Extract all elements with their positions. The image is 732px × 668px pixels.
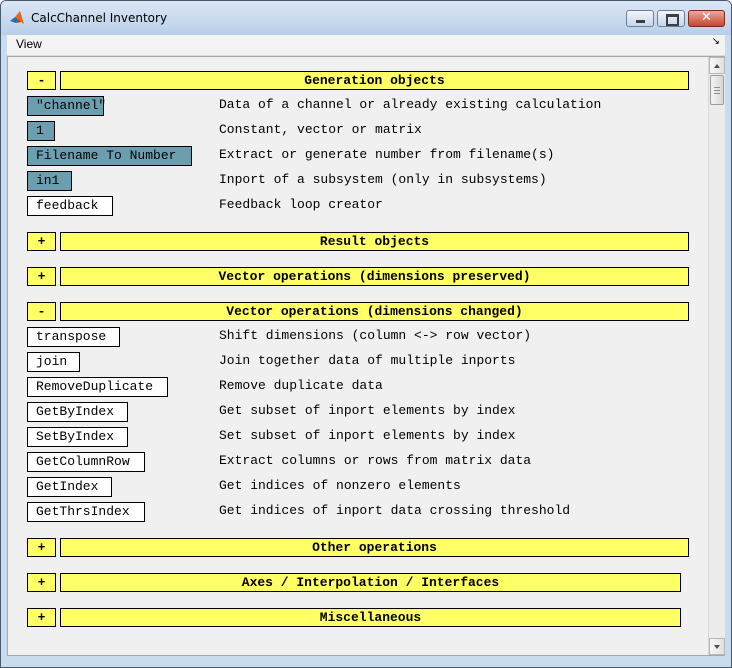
block-description: Set subset of inport elements by index <box>219 428 516 443</box>
block-description: Get subset of inport elements by index <box>219 403 516 418</box>
block-description: Inport of a subsystem (only in subsystem… <box>219 172 547 187</box>
block-item[interactable]: RemoveDuplicate <box>27 377 168 397</box>
block-item[interactable]: join <box>27 352 80 372</box>
block-description: Feedback loop creator <box>219 197 383 212</box>
calcchannel-inventory-window: CalcChannel Inventory ✕ View ↘ - Generati… <box>0 0 732 668</box>
block-item[interactable]: GetThrsIndex <box>27 502 145 522</box>
window-bottom-frame <box>7 656 725 667</box>
menu-view[interactable]: View <box>16 37 42 51</box>
inventory-list: - Generation objects "channel" Data of a ch… <box>8 57 708 655</box>
expand-section-button[interactable]: + <box>27 573 56 592</box>
block-item[interactable]: 1 <box>27 121 55 141</box>
block-description: Constant, vector or matrix <box>219 122 422 137</box>
close-icon: ✕ <box>701 10 712 25</box>
section-header[interactable]: Generation objects <box>60 71 689 90</box>
grip-line-icon <box>714 93 720 94</box>
maximize-button[interactable] <box>657 10 685 27</box>
block-item[interactable]: transpose <box>27 327 120 347</box>
matlab-logo-icon <box>10 11 24 24</box>
menu-dock-arrow-icon[interactable]: ↘ <box>712 36 720 47</box>
section-header[interactable]: Result objects <box>60 232 689 251</box>
block-description: Get indices of inport data crossing thre… <box>219 503 571 518</box>
block-item[interactable]: SetByIndex <box>27 427 128 447</box>
block-description: Data of a channel or already existing ca… <box>219 97 602 112</box>
expand-section-button[interactable]: + <box>27 608 56 627</box>
block-item[interactable]: "channel" <box>27 96 106 116</box>
section-header[interactable]: Vector operations (dimensions changed) <box>60 302 689 321</box>
block-item[interactable]: GetByIndex <box>27 402 128 422</box>
grip-line-icon <box>714 87 720 88</box>
section-header[interactable]: Axes / Interpolation / Interfaces <box>60 573 681 592</box>
maximize-icon <box>666 14 679 26</box>
arrow-up-icon <box>714 64 720 68</box>
scroll-up-button[interactable] <box>709 57 725 74</box>
expand-section-button[interactable]: + <box>27 267 56 286</box>
block-item[interactable]: GetIndex <box>27 477 112 497</box>
expand-section-button[interactable]: + <box>27 538 56 557</box>
inventory-panel: - Generation objects "channel" Data of a ch… <box>7 56 725 656</box>
block-description: Extract or generate number from filename… <box>219 147 555 162</box>
minimize-icon <box>636 20 645 23</box>
minimize-button[interactable] <box>626 10 654 27</box>
block-description: Shift dimensions (column <-> row vector) <box>219 328 532 343</box>
collapse-section-button[interactable]: - <box>27 71 56 90</box>
section-header[interactable]: Vector operations (dimensions preserved) <box>60 267 689 286</box>
block-item[interactable]: Filename To Number <box>27 146 192 166</box>
close-button[interactable]: ✕ <box>688 10 725 27</box>
menu-bar: View ↘ <box>7 35 725 56</box>
scroll-thumb[interactable] <box>710 75 724 105</box>
scroll-down-button[interactable] <box>709 638 725 655</box>
vertical-scrollbar[interactable] <box>708 57 725 655</box>
block-description: Join together data of multiple inports <box>219 353 516 368</box>
section-header[interactable]: Other operations <box>60 538 689 557</box>
window-title: CalcChannel Inventory <box>31 11 168 25</box>
block-item[interactable]: GetColumnRow <box>27 452 145 472</box>
block-item[interactable]: feedback <box>27 196 113 216</box>
block-description: Extract columns or rows from matrix data <box>219 453 532 468</box>
section-header[interactable]: Miscellaneous <box>60 608 681 627</box>
arrow-down-icon <box>714 645 720 649</box>
block-description: Remove duplicate data <box>219 378 383 393</box>
expand-section-button[interactable]: + <box>27 232 56 251</box>
block-item[interactable]: in1 <box>27 171 72 191</box>
title-bar[interactable]: CalcChannel Inventory ✕ <box>1 1 731 35</box>
collapse-section-button[interactable]: - <box>27 302 56 321</box>
grip-line-icon <box>714 90 720 91</box>
block-description: Get indices of nonzero elements <box>219 478 461 493</box>
